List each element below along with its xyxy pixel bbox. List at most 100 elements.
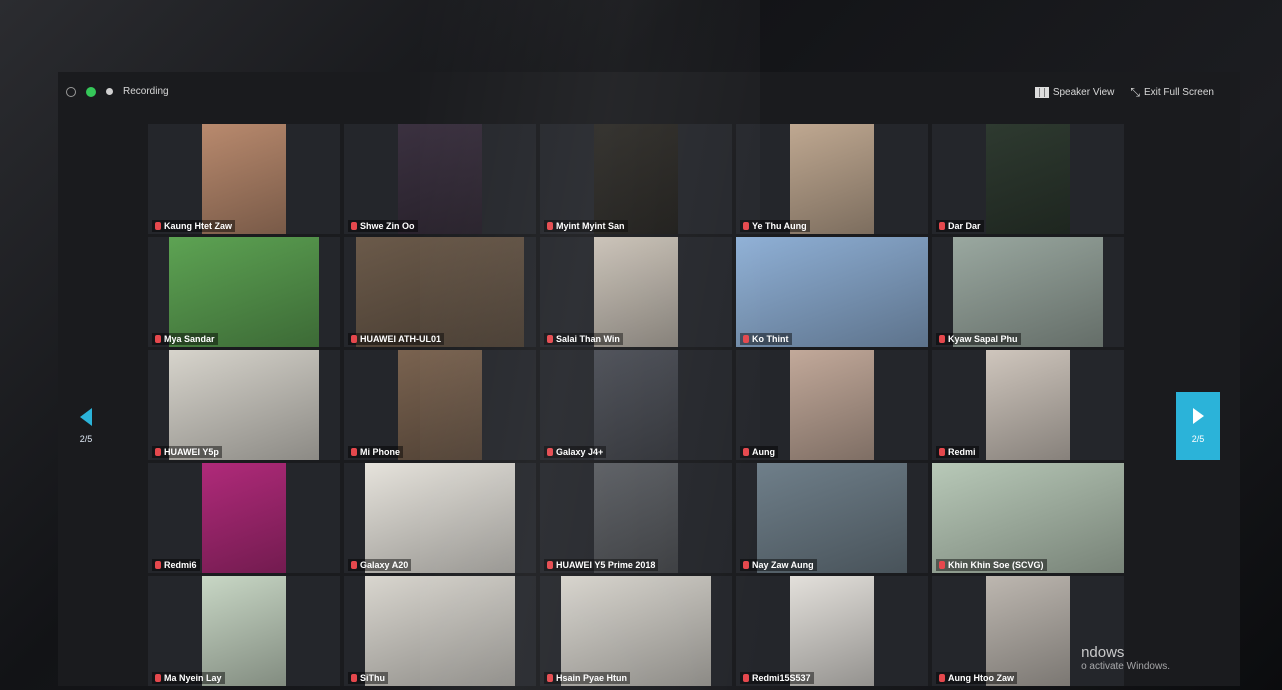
mic-muted-icon (155, 448, 161, 456)
participant-name-tag: Aung (740, 446, 778, 458)
participant-name-tag: Kyaw Sapal Phu (936, 333, 1021, 345)
participant-tile[interactable]: Nay Zaw Aung (736, 463, 928, 573)
participant-video (169, 350, 319, 460)
participant-tile[interactable]: Mya Sandar (148, 237, 340, 347)
chevron-right-icon (1192, 408, 1204, 424)
participant-video (365, 576, 515, 686)
participant-name: Redmi15S537 (752, 673, 811, 683)
participant-tile[interactable]: Galaxy J4+ (540, 350, 732, 460)
meeting-info-icon[interactable] (66, 86, 76, 97)
mic-muted-icon (155, 222, 161, 230)
participant-tile[interactable]: SiThu (344, 576, 536, 686)
participant-tile[interactable]: Dar Dar (932, 124, 1124, 234)
mic-muted-icon (351, 222, 357, 230)
participant-tile[interactable]: Myint Myint San (540, 124, 732, 234)
topbar-right: Speaker View ⤡ Exit Full Screen (1034, 86, 1214, 98)
participant-tile[interactable]: Kaung Htet Zaw (148, 124, 340, 234)
participant-name: Ma Nyein Lay (164, 673, 222, 683)
participant-name-tag: HUAWEI Y5 Prime 2018 (544, 559, 659, 571)
previous-page-indicator: 2/5 (79, 434, 93, 444)
participant-video (757, 463, 907, 573)
participant-name-tag: Redmi6 (152, 559, 200, 571)
participant-name: Ye Thu Aung (752, 221, 807, 231)
participant-tile[interactable]: Aung (736, 350, 928, 460)
recording-icon (106, 88, 113, 95)
participant-name: Galaxy A20 (360, 560, 409, 570)
participant-tile[interactable]: Mi Phone (344, 350, 536, 460)
participant-name: HUAWEI ATH-UL01 (360, 334, 441, 344)
participant-name-tag: Aung Htoo Zaw (936, 672, 1017, 684)
participant-video (398, 350, 482, 460)
mic-muted-icon (939, 335, 945, 343)
speaker-view-label: Speaker View (1052, 86, 1115, 98)
participant-video (561, 576, 711, 686)
participant-tile[interactable]: HUAWEI Y5p (148, 350, 340, 460)
participant-tile[interactable]: Khin Khin Soe (SCVG) (932, 463, 1124, 573)
participant-tile[interactable]: Salai Than Win (540, 237, 732, 347)
watermark-subtitle: o activate Windows. (1081, 661, 1170, 672)
participant-tile[interactable]: Ma Nyein Lay (148, 576, 340, 686)
participant-name: Nay Zaw Aung (752, 560, 814, 570)
participant-tile[interactable]: Ye Thu Aung (736, 124, 928, 234)
participant-tile[interactable]: Redmi (932, 350, 1124, 460)
participant-name: HUAWEI Y5p (164, 447, 219, 457)
exit-fullscreen-icon: ⤡ (1130, 85, 1140, 99)
participant-video (202, 124, 286, 234)
participant-video (986, 124, 1070, 234)
exit-fullscreen-button[interactable]: ⤡ Exit Full Screen (1130, 86, 1214, 98)
participant-name-tag: Mya Sandar (152, 333, 218, 345)
mic-muted-icon (155, 674, 161, 682)
next-page-button[interactable]: 2/5 (1176, 392, 1220, 460)
participant-tile[interactable]: Shwe Zin Oo (344, 124, 536, 234)
participant-name-tag: Redmi15S537 (740, 672, 814, 684)
mic-muted-icon (939, 222, 945, 230)
participant-name: Redmi6 (164, 560, 197, 570)
participant-tile[interactable]: Ko Thint (736, 237, 928, 347)
participant-tile[interactable]: Hsain Pyae Htun (540, 576, 732, 686)
participant-name-tag: Hsain Pyae Htun (544, 672, 631, 684)
participant-name-tag: HUAWEI Y5p (152, 446, 222, 458)
mic-muted-icon (743, 222, 749, 230)
participant-video (594, 124, 678, 234)
participant-tile[interactable]: Kyaw Sapal Phu (932, 237, 1124, 347)
mic-muted-icon (939, 561, 945, 569)
participant-name: HUAWEI Y5 Prime 2018 (556, 560, 656, 570)
participant-name-tag: Shwe Zin Oo (348, 220, 418, 232)
mic-muted-icon (351, 561, 357, 569)
mic-muted-icon (155, 335, 161, 343)
participant-name: Kyaw Sapal Phu (948, 334, 1018, 344)
participant-name: Aung (752, 447, 775, 457)
participant-tile[interactable]: HUAWEI ATH-UL01 (344, 237, 536, 347)
participant-video (986, 350, 1070, 460)
participant-name-tag: HUAWEI ATH-UL01 (348, 333, 444, 345)
participant-tile[interactable]: Galaxy A20 (344, 463, 536, 573)
participant-tile[interactable]: Redmi15S537 (736, 576, 928, 686)
participant-tile[interactable]: Redmi6 (148, 463, 340, 573)
mic-muted-icon (155, 561, 161, 569)
participant-video (356, 237, 524, 347)
mic-muted-icon (743, 674, 749, 682)
next-page-indicator: 2/5 (1191, 434, 1205, 444)
participant-name-tag: Ma Nyein Lay (152, 672, 225, 684)
participant-name-tag: Khin Khin Soe (SCVG) (936, 559, 1047, 571)
chevron-left-icon (80, 408, 92, 426)
participant-video (932, 463, 1124, 573)
mic-muted-icon (743, 335, 749, 343)
encryption-shield-icon[interactable] (86, 86, 96, 97)
mic-muted-icon (939, 448, 945, 456)
speaker-view-button[interactable]: Speaker View (1034, 86, 1115, 98)
mic-muted-icon (351, 335, 357, 343)
windows-activation-watermark: ndows o activate Windows. (1081, 644, 1170, 672)
mic-muted-icon (743, 448, 749, 456)
recording-label: Recording (123, 86, 169, 97)
participant-video (594, 350, 678, 460)
participant-tile[interactable]: HUAWEI Y5 Prime 2018 (540, 463, 732, 573)
meeting-topbar: Recording Speaker View ⤡ Exit Full Scree… (58, 72, 1240, 116)
mic-muted-icon (743, 561, 749, 569)
participant-video (398, 124, 482, 234)
previous-page-button[interactable]: 2/5 (64, 392, 108, 460)
participant-name: Salai Than Win (556, 334, 620, 344)
participant-video (169, 237, 319, 347)
participant-name-tag: Salai Than Win (544, 333, 623, 345)
participant-name-tag: Dar Dar (936, 220, 984, 232)
